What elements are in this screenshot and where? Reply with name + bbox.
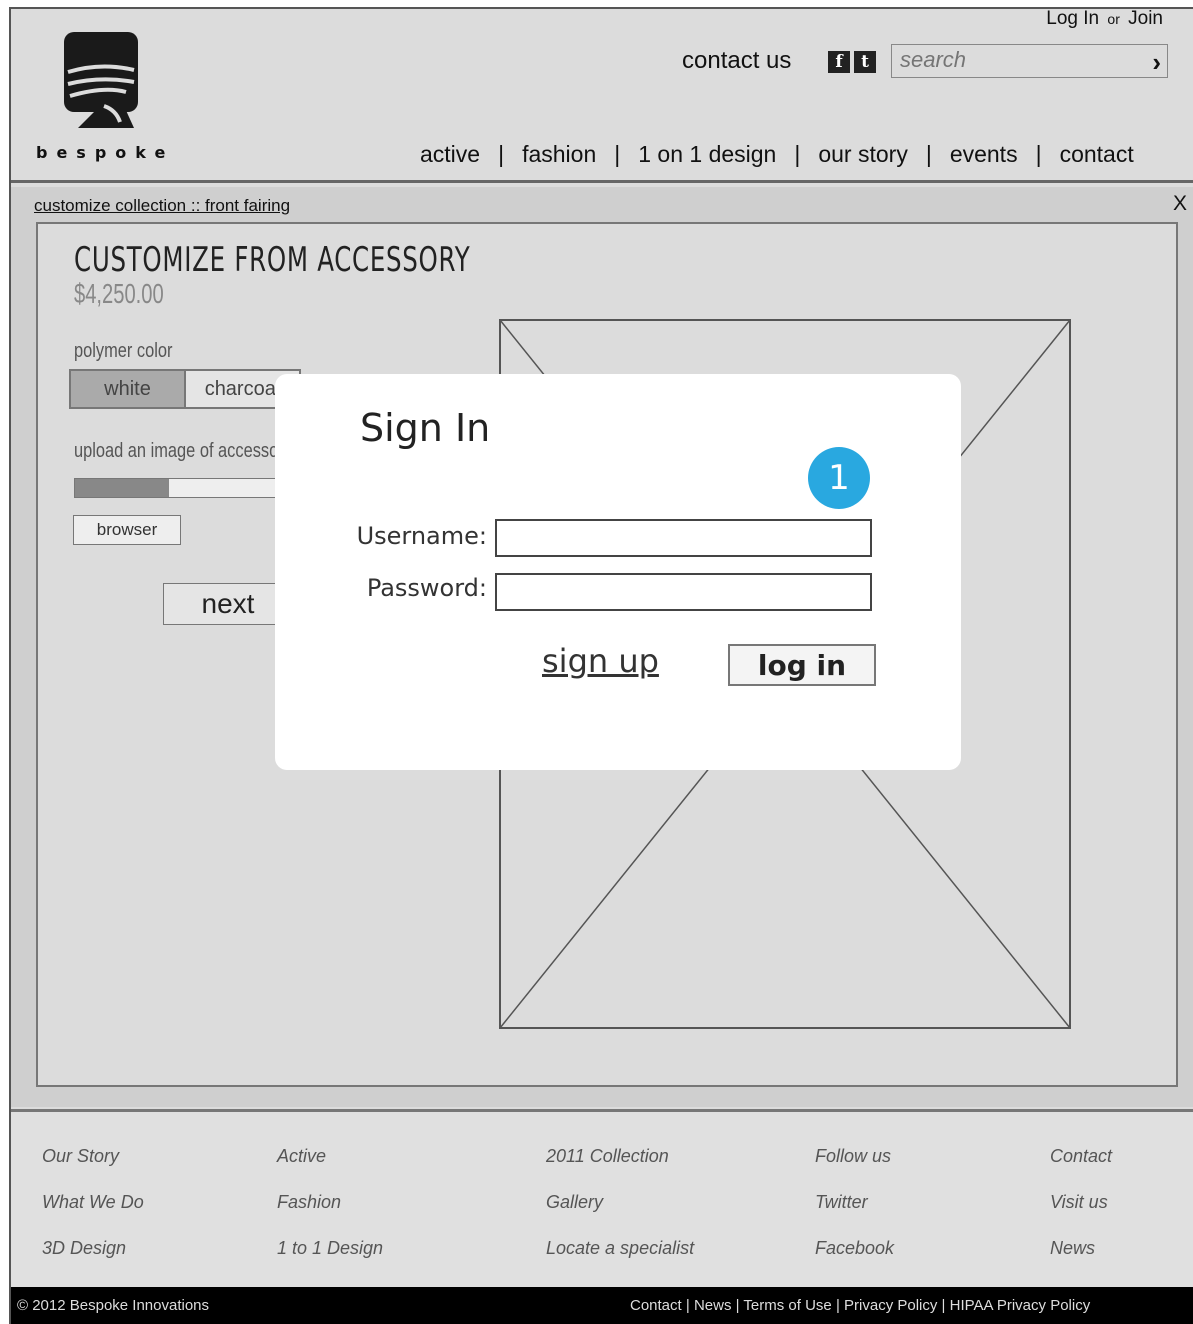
footer-link[interactable]: News (1050, 1238, 1112, 1284)
footer-column: 2011 Collection Gallery Locate a special… (546, 1146, 694, 1284)
legal-links: Contact | News | Terms of Use | Privacy … (630, 1297, 1091, 1314)
twitter-icon[interactable]: t (854, 51, 876, 73)
signin-modal: Sign In 1 Username: Password: sign up lo… (275, 374, 961, 770)
nav-separator: | (498, 141, 505, 167)
footer-link[interactable]: Fashion (277, 1192, 383, 1238)
footer-link[interactable]: Visit us (1050, 1192, 1112, 1238)
step-badge: 1 (808, 447, 870, 509)
login-link[interactable]: Log In (1046, 8, 1099, 29)
footer-link[interactable]: Our Story (42, 1146, 144, 1192)
footer-link[interactable]: Gallery (546, 1192, 694, 1238)
browse-button[interactable]: browser (73, 515, 181, 545)
nav-item-1on1-design[interactable]: 1 on 1 design (638, 141, 776, 168)
footer-column: Contact Visit us News (1050, 1146, 1112, 1284)
join-link[interactable]: Join (1128, 8, 1163, 29)
signin-title: Sign In (360, 406, 491, 450)
nav-item-our-story[interactable]: our story (818, 141, 907, 168)
password-field[interactable] (495, 573, 872, 611)
login-button[interactable]: log in (728, 644, 876, 686)
nav-item-contact[interactable]: contact (1060, 141, 1134, 168)
color-option-white[interactable]: white (71, 371, 186, 407)
bespoke-logo-icon[interactable] (64, 32, 138, 130)
username-field[interactable] (495, 519, 872, 557)
search-box: › (891, 44, 1168, 78)
customizer-title: CUSTOMIZE FROM ACCESSORY (74, 240, 471, 280)
bottom-bar: © 2012 Bespoke Innovations Contact | New… (11, 1287, 1193, 1324)
upload-label: upload an image of accessory (74, 440, 292, 462)
nav-separator: | (1035, 141, 1042, 167)
breadcrumb[interactable]: customize collection :: front fairing (34, 196, 290, 216)
legal-link-hipaa[interactable]: HIPAA Privacy Policy (950, 1297, 1091, 1314)
legal-link-privacy[interactable]: Privacy Policy (844, 1297, 937, 1314)
footer-link[interactable]: 1 to 1 Design (277, 1238, 383, 1284)
search-input[interactable] (892, 45, 1138, 75)
footer-link[interactable]: Facebook (815, 1238, 894, 1284)
nav-item-fashion[interactable]: fashion (522, 141, 596, 168)
legal-link-contact[interactable]: Contact (630, 1297, 682, 1314)
legal-link-terms[interactable]: Terms of Use (743, 1297, 831, 1314)
polymer-color-label: polymer color (74, 340, 173, 362)
username-label: Username: (356, 522, 487, 550)
signup-link[interactable]: sign up (542, 642, 659, 680)
social-links: f t (828, 51, 876, 73)
copyright: © 2012 Bespoke Innovations (17, 1297, 210, 1314)
footer-link[interactable]: Contact (1050, 1146, 1112, 1192)
nav-item-active[interactable]: active (420, 141, 480, 168)
polymer-color-toggle: white charcoal (69, 369, 301, 409)
upload-progress-fill (75, 479, 169, 497)
header-divider (11, 180, 1193, 183)
footer-link[interactable]: Follow us (815, 1146, 894, 1192)
nav-separator: | (794, 141, 801, 167)
password-label: Password: (366, 574, 487, 602)
next-button[interactable]: next (163, 583, 293, 625)
footer-link[interactable]: Twitter (815, 1192, 894, 1238)
footer-link[interactable]: Active (277, 1146, 383, 1192)
footer-column: Follow us Twitter Facebook (815, 1146, 894, 1284)
legal-link-news[interactable]: News (694, 1297, 732, 1314)
facebook-icon[interactable]: f (828, 51, 850, 73)
footer-column: Active Fashion 1 to 1 Design (277, 1146, 383, 1284)
footer-link[interactable]: 2011 Collection (546, 1146, 694, 1192)
nav-item-events[interactable]: events (950, 141, 1018, 168)
footer-link[interactable]: Locate a specialist (546, 1238, 694, 1284)
upload-progress-bar (74, 478, 294, 498)
search-submit-icon[interactable]: › (1152, 47, 1161, 78)
price: $4,250.00 (74, 278, 164, 309)
footer-column: Our Story What We Do 3D Design (42, 1146, 144, 1284)
nav-separator: | (925, 141, 932, 167)
close-icon[interactable]: X (1173, 192, 1187, 216)
auth-links: Log In or Join (1046, 8, 1163, 30)
footer-link[interactable]: What We Do (42, 1192, 144, 1238)
main-nav: active | fashion | 1 on 1 design | our s… (420, 141, 1134, 168)
brand-wordmark[interactable]: bespoke (36, 143, 174, 162)
auth-or: or (1107, 11, 1120, 27)
nav-separator: | (614, 141, 621, 167)
footer-link[interactable]: 3D Design (42, 1238, 144, 1284)
contact-us-link[interactable]: contact us (682, 47, 791, 75)
